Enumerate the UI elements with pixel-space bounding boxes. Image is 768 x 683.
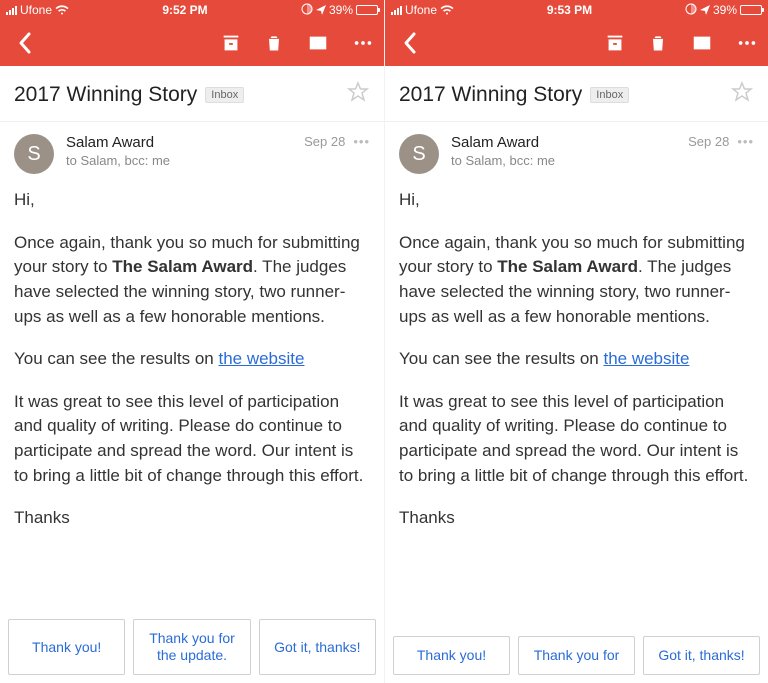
battery-icon	[740, 5, 762, 15]
smart-reply-2[interactable]: Thank you for the update.	[133, 619, 250, 675]
smart-reply-3[interactable]: Got it, thanks!	[259, 619, 376, 675]
message-date: Sep 28	[304, 134, 345, 149]
subject-row: 2017 Winning Story Inbox	[0, 66, 384, 122]
more-button[interactable]	[736, 32, 758, 54]
star-button[interactable]	[346, 80, 370, 109]
avatar: S	[14, 134, 54, 174]
smart-replies: Thank you! Thank you for Got it, thanks!	[385, 628, 768, 683]
avatar: S	[399, 134, 439, 174]
status-bar: Ufone 9:52 PM 39%	[0, 0, 384, 20]
signal-icon	[6, 6, 17, 15]
website-link[interactable]: the website	[603, 349, 689, 368]
email-screenshot-pane: Ufone 9:52 PM 39% 2017 Winning Story	[0, 0, 384, 683]
email-body: Hi, Once again, thank you so much for su…	[0, 178, 384, 683]
body-paragraph-2: You can see the results on the website	[399, 347, 754, 372]
subject-row: 2017 Winning Story Inbox	[385, 66, 768, 122]
archive-button[interactable]	[604, 32, 626, 54]
star-button[interactable]	[730, 80, 754, 109]
inbox-badge[interactable]: Inbox	[205, 87, 244, 103]
body-paragraph-3: It was great to see this level of partic…	[399, 390, 754, 489]
archive-button[interactable]	[220, 32, 242, 54]
battery-pct-label: 39%	[713, 3, 737, 17]
body-paragraph-3: It was great to see this level of partic…	[14, 390, 370, 489]
back-button[interactable]	[395, 31, 425, 55]
award-name: The Salam Award	[112, 257, 253, 276]
message-date: Sep 28	[688, 134, 729, 149]
smart-replies: Thank you! Thank you for the update. Got…	[0, 611, 384, 683]
sender-to-line: to Salam, bcc: me	[451, 153, 688, 168]
clock-label: 9:52 PM	[69, 3, 301, 17]
signal-icon	[391, 6, 402, 15]
carrier-label: Ufone	[20, 3, 52, 17]
wifi-icon	[440, 5, 454, 15]
smart-reply-1[interactable]: Thank you!	[393, 636, 510, 675]
sender-row[interactable]: S Salam Award to Salam, bcc: me Sep 28 •…	[0, 122, 384, 178]
message-menu-button[interactable]: •••	[353, 134, 370, 149]
orientation-icon	[685, 3, 697, 18]
carrier-label: Ufone	[405, 3, 437, 17]
body-greeting: Hi,	[14, 188, 370, 213]
battery-pct-label: 39%	[329, 3, 353, 17]
smart-reply-1[interactable]: Thank you!	[8, 619, 125, 675]
status-bar: Ufone 9:53 PM 39%	[385, 0, 768, 20]
email-screenshot-pane: Ufone 9:53 PM 39% 2017 Winning Story	[384, 0, 768, 683]
location-icon	[316, 5, 326, 15]
battery-icon	[356, 5, 378, 15]
message-menu-button[interactable]: •••	[737, 134, 754, 149]
body-signoff: Thanks	[399, 506, 754, 531]
body-paragraph-1: Once again, thank you so much for submit…	[399, 231, 754, 330]
back-button[interactable]	[10, 31, 40, 55]
subject-text: 2017 Winning Story	[399, 83, 582, 107]
toolbar	[0, 20, 384, 66]
body-greeting: Hi,	[399, 188, 754, 213]
award-name: The Salam Award	[497, 257, 638, 276]
toolbar	[385, 20, 768, 66]
mark-unread-button[interactable]	[306, 32, 330, 54]
mark-unread-button[interactable]	[690, 32, 714, 54]
clock-label: 9:53 PM	[454, 3, 685, 17]
smart-reply-3[interactable]: Got it, thanks!	[643, 636, 760, 675]
sender-name: Salam Award	[451, 134, 688, 151]
email-body: Hi, Once again, thank you so much for su…	[385, 178, 768, 683]
smart-reply-2[interactable]: Thank you for	[518, 636, 635, 675]
more-button[interactable]	[352, 32, 374, 54]
sender-name: Salam Award	[66, 134, 304, 151]
body-paragraph-2: You can see the results on the website	[14, 347, 370, 372]
inbox-badge[interactable]: Inbox	[590, 87, 629, 103]
sender-row[interactable]: S Salam Award to Salam, bcc: me Sep 28 •…	[385, 122, 768, 178]
wifi-icon	[55, 5, 69, 15]
delete-button[interactable]	[264, 32, 284, 54]
website-link[interactable]: the website	[218, 349, 304, 368]
sender-to-line: to Salam, bcc: me	[66, 153, 304, 168]
body-signoff: Thanks	[14, 506, 370, 531]
body-paragraph-1: Once again, thank you so much for submit…	[14, 231, 370, 330]
subject-text: 2017 Winning Story	[14, 83, 197, 107]
orientation-icon	[301, 3, 313, 18]
location-icon	[700, 5, 710, 15]
delete-button[interactable]	[648, 32, 668, 54]
